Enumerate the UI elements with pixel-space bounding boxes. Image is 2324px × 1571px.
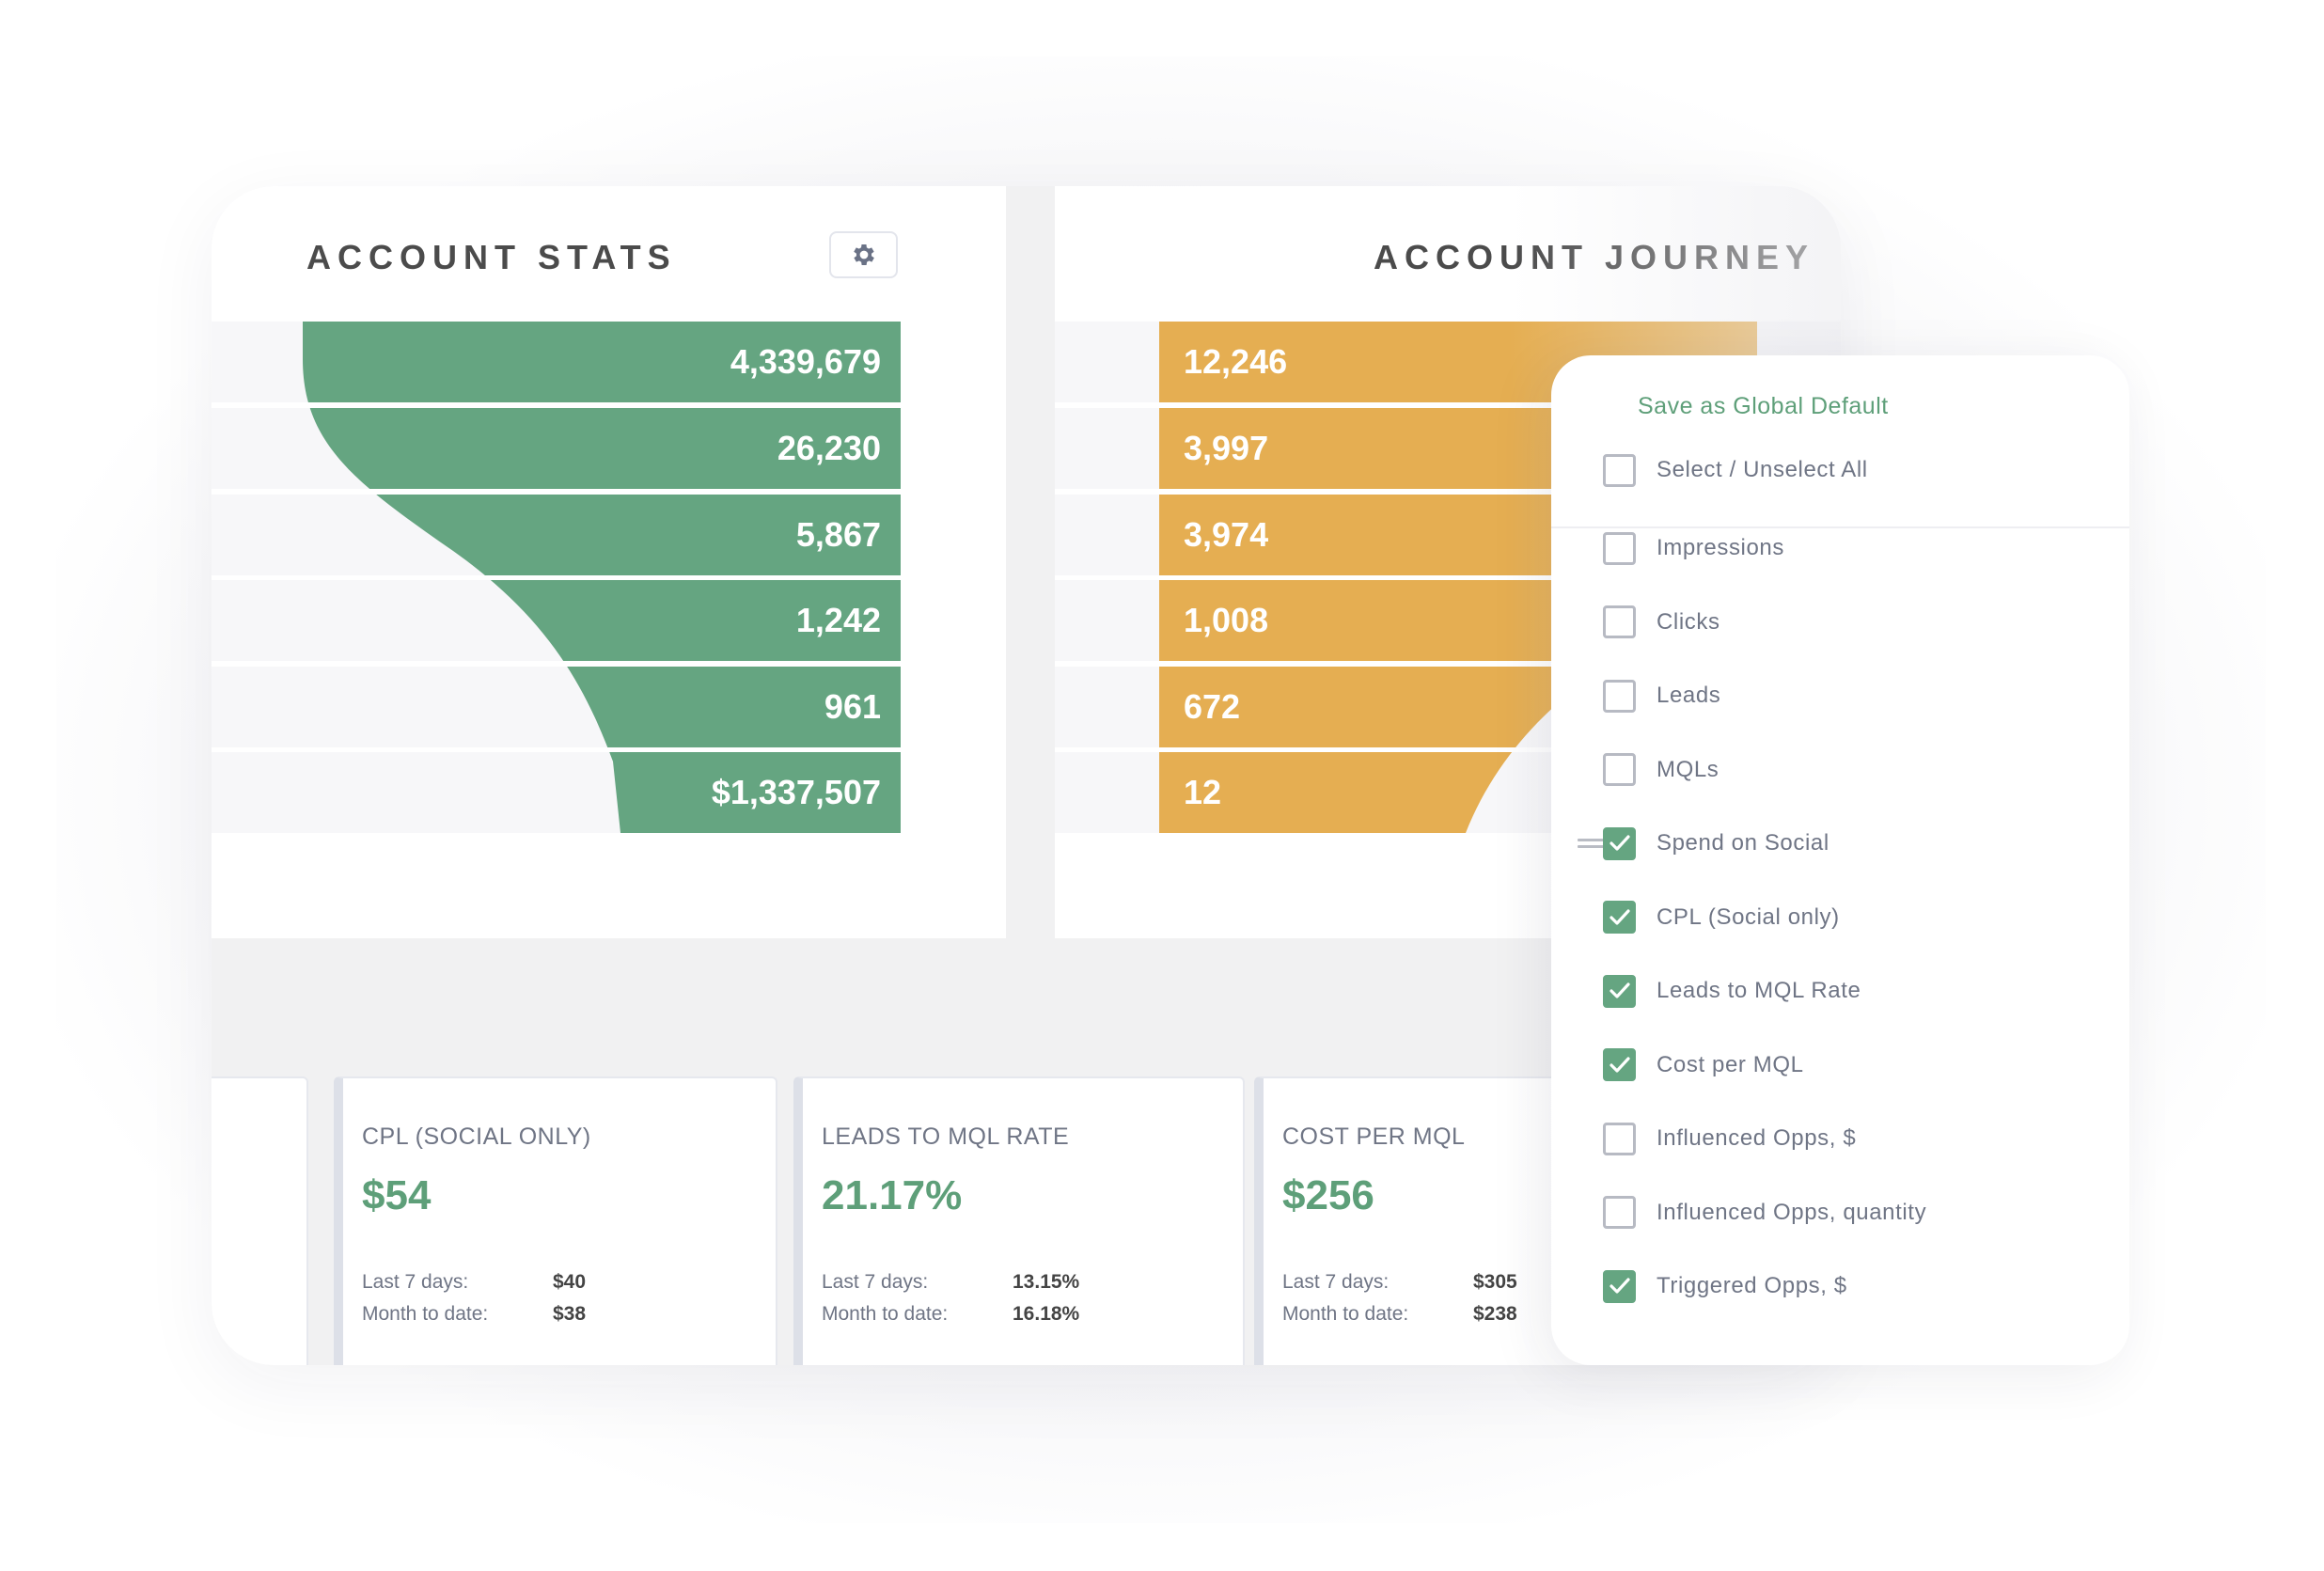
kpi-mtd-row: Month to date: 16.18% <box>822 1303 1079 1326</box>
funnel-value: 12 <box>1184 773 1222 811</box>
metric-option[interactable]: Leads <box>1603 677 1720 715</box>
checkmark-icon <box>1609 982 1630 998</box>
kpi-card-leads-to-mql: LEADS TO MQL RATE 21.17% Last 7 days: 13… <box>793 1076 1245 1365</box>
save-as-global-default-link[interactable]: Save as Global Default <box>1638 393 1889 420</box>
kpi-last7-value: $40 <box>553 1271 587 1293</box>
kpi-mtd-value: $238 <box>1473 1303 1517 1325</box>
kpi-mtd-row: Month to date: $238 <box>1282 1303 1517 1326</box>
kpi-title: COST PER MQL <box>1282 1123 1466 1150</box>
checkbox[interactable] <box>1603 1048 1636 1081</box>
funnel-value: 672 <box>1184 687 1241 726</box>
kpi-last7-label: Last 7 days: <box>1282 1271 1390 1293</box>
kpi-mtd-value: 16.18% <box>1013 1303 1080 1325</box>
kpi-last7-row: Last 7 days: 13.15% <box>822 1271 1079 1294</box>
checkbox[interactable] <box>1603 1269 1636 1303</box>
funnel-value: 3,974 <box>1184 515 1269 554</box>
kpi-title: CPL (SOCIAL ONLY) <box>362 1123 591 1150</box>
kpi-last7-label: Last 7 days: <box>822 1271 929 1293</box>
kpi-mtd-row: Month to date: $38 <box>362 1303 586 1326</box>
metric-option-label: Triggered Opps, $ <box>1657 1273 1847 1298</box>
kpi-value: 21.17% <box>822 1172 963 1218</box>
drag-handle-icon[interactable] <box>1578 839 1604 848</box>
metric-option[interactable]: CPL (Social only) <box>1603 899 1840 936</box>
metric-option[interactable]: Cost per MQL <box>1603 1046 1804 1084</box>
checkbox[interactable] <box>1603 826 1636 860</box>
metric-option-label: Cost per MQL <box>1657 1051 1804 1077</box>
funnel-value: 26,230 <box>777 429 881 467</box>
metric-option-label: Influenced Opps, quantity <box>1657 1199 1927 1225</box>
kpi-mtd-label: Month to date: <box>822 1303 949 1325</box>
metric-option-label: Influenced Opps, $ <box>1657 1125 1857 1151</box>
metric-option[interactable]: Influenced Opps, $ <box>1603 1120 1856 1157</box>
metric-option-label: CPL (Social only) <box>1657 903 1840 930</box>
metric-option-label: Impressions <box>1657 535 1784 560</box>
funnel-value: $1,337,507 <box>711 773 881 811</box>
funnel-value: 1,242 <box>795 601 881 639</box>
checkmark-icon <box>1609 1056 1630 1073</box>
account-stats-funnel <box>212 322 901 833</box>
metric-option[interactable]: MQLs <box>1603 751 1719 789</box>
funnel-value: 4,339,679 <box>730 342 881 381</box>
metric-option[interactable]: Spend on Social <box>1603 825 1829 862</box>
kpi-value: $256 <box>1282 1172 1374 1218</box>
metric-option-label: Leads to MQL Rate <box>1657 978 1861 1003</box>
funnel-value: 3,997 <box>1184 429 1269 467</box>
kpi-card-partial <box>212 1076 308 1365</box>
checkbox[interactable] <box>1603 1196 1636 1229</box>
metric-option[interactable]: Triggered Opps, $ <box>1603 1267 1847 1305</box>
kpi-last7-row: Last 7 days: $305 <box>1282 1271 1517 1294</box>
kpi-last7-label: Last 7 days: <box>362 1271 469 1293</box>
metric-option[interactable]: Leads to MQL Rate <box>1603 972 1861 1010</box>
checkbox[interactable] <box>1603 531 1636 565</box>
divider <box>1551 526 2129 528</box>
funnel-value: 12,246 <box>1184 342 1288 381</box>
checkbox[interactable] <box>1603 679 1636 713</box>
checkbox[interactable] <box>1603 901 1636 934</box>
kpi-title: LEADS TO MQL RATE <box>822 1123 1070 1150</box>
metric-option-label: MQLs <box>1657 756 1719 782</box>
kpi-mtd-value: $38 <box>553 1303 587 1325</box>
checkmark-icon <box>1609 908 1630 925</box>
funnel-value: 5,867 <box>795 515 881 554</box>
checkbox[interactable] <box>1603 974 1636 1008</box>
metric-option-label: Leads <box>1657 683 1721 708</box>
kpi-last7-value: 13.15% <box>1013 1271 1080 1293</box>
metric-option[interactable]: Clicks <box>1603 604 1720 641</box>
funnel-value: 1,008 <box>1184 601 1269 639</box>
metric-option-label: Clicks <box>1657 608 1720 635</box>
checkbox[interactable] <box>1603 753 1636 786</box>
metrics-selector-popup: Save as Global Default Select / Unselect… <box>1551 355 2129 1365</box>
metric-option[interactable]: Impressions <box>1603 529 1784 567</box>
select-all-checkbox[interactable]: Select / Unselect All <box>1603 451 1868 489</box>
kpi-value: $54 <box>362 1172 432 1218</box>
metric-option[interactable]: Influenced Opps, quantity <box>1603 1194 1926 1232</box>
kpi-last7-value: $305 <box>1473 1271 1517 1293</box>
kpi-last7-row: Last 7 days: $40 <box>362 1271 586 1294</box>
kpi-card-cpl: CPL (SOCIAL ONLY) $54 Last 7 days: $40 M… <box>334 1076 777 1365</box>
funnel-value: 961 <box>824 687 881 726</box>
account-stats-panel: ACCOUNT STATS 4,339,679 26,230 5,867 1,242 9… <box>212 186 1006 938</box>
kpi-mtd-label: Month to date: <box>1282 1303 1409 1325</box>
checkmark-icon <box>1609 835 1630 851</box>
checkmark-icon <box>1609 1278 1630 1294</box>
checkbox[interactable] <box>1603 1122 1636 1155</box>
checkbox[interactable] <box>1603 453 1636 487</box>
kpi-mtd-label: Month to date: <box>362 1303 489 1325</box>
checkbox[interactable] <box>1603 605 1636 638</box>
metric-option-label: Spend on Social <box>1657 830 1829 856</box>
select-all-label: Select / Unselect All <box>1657 457 1868 482</box>
